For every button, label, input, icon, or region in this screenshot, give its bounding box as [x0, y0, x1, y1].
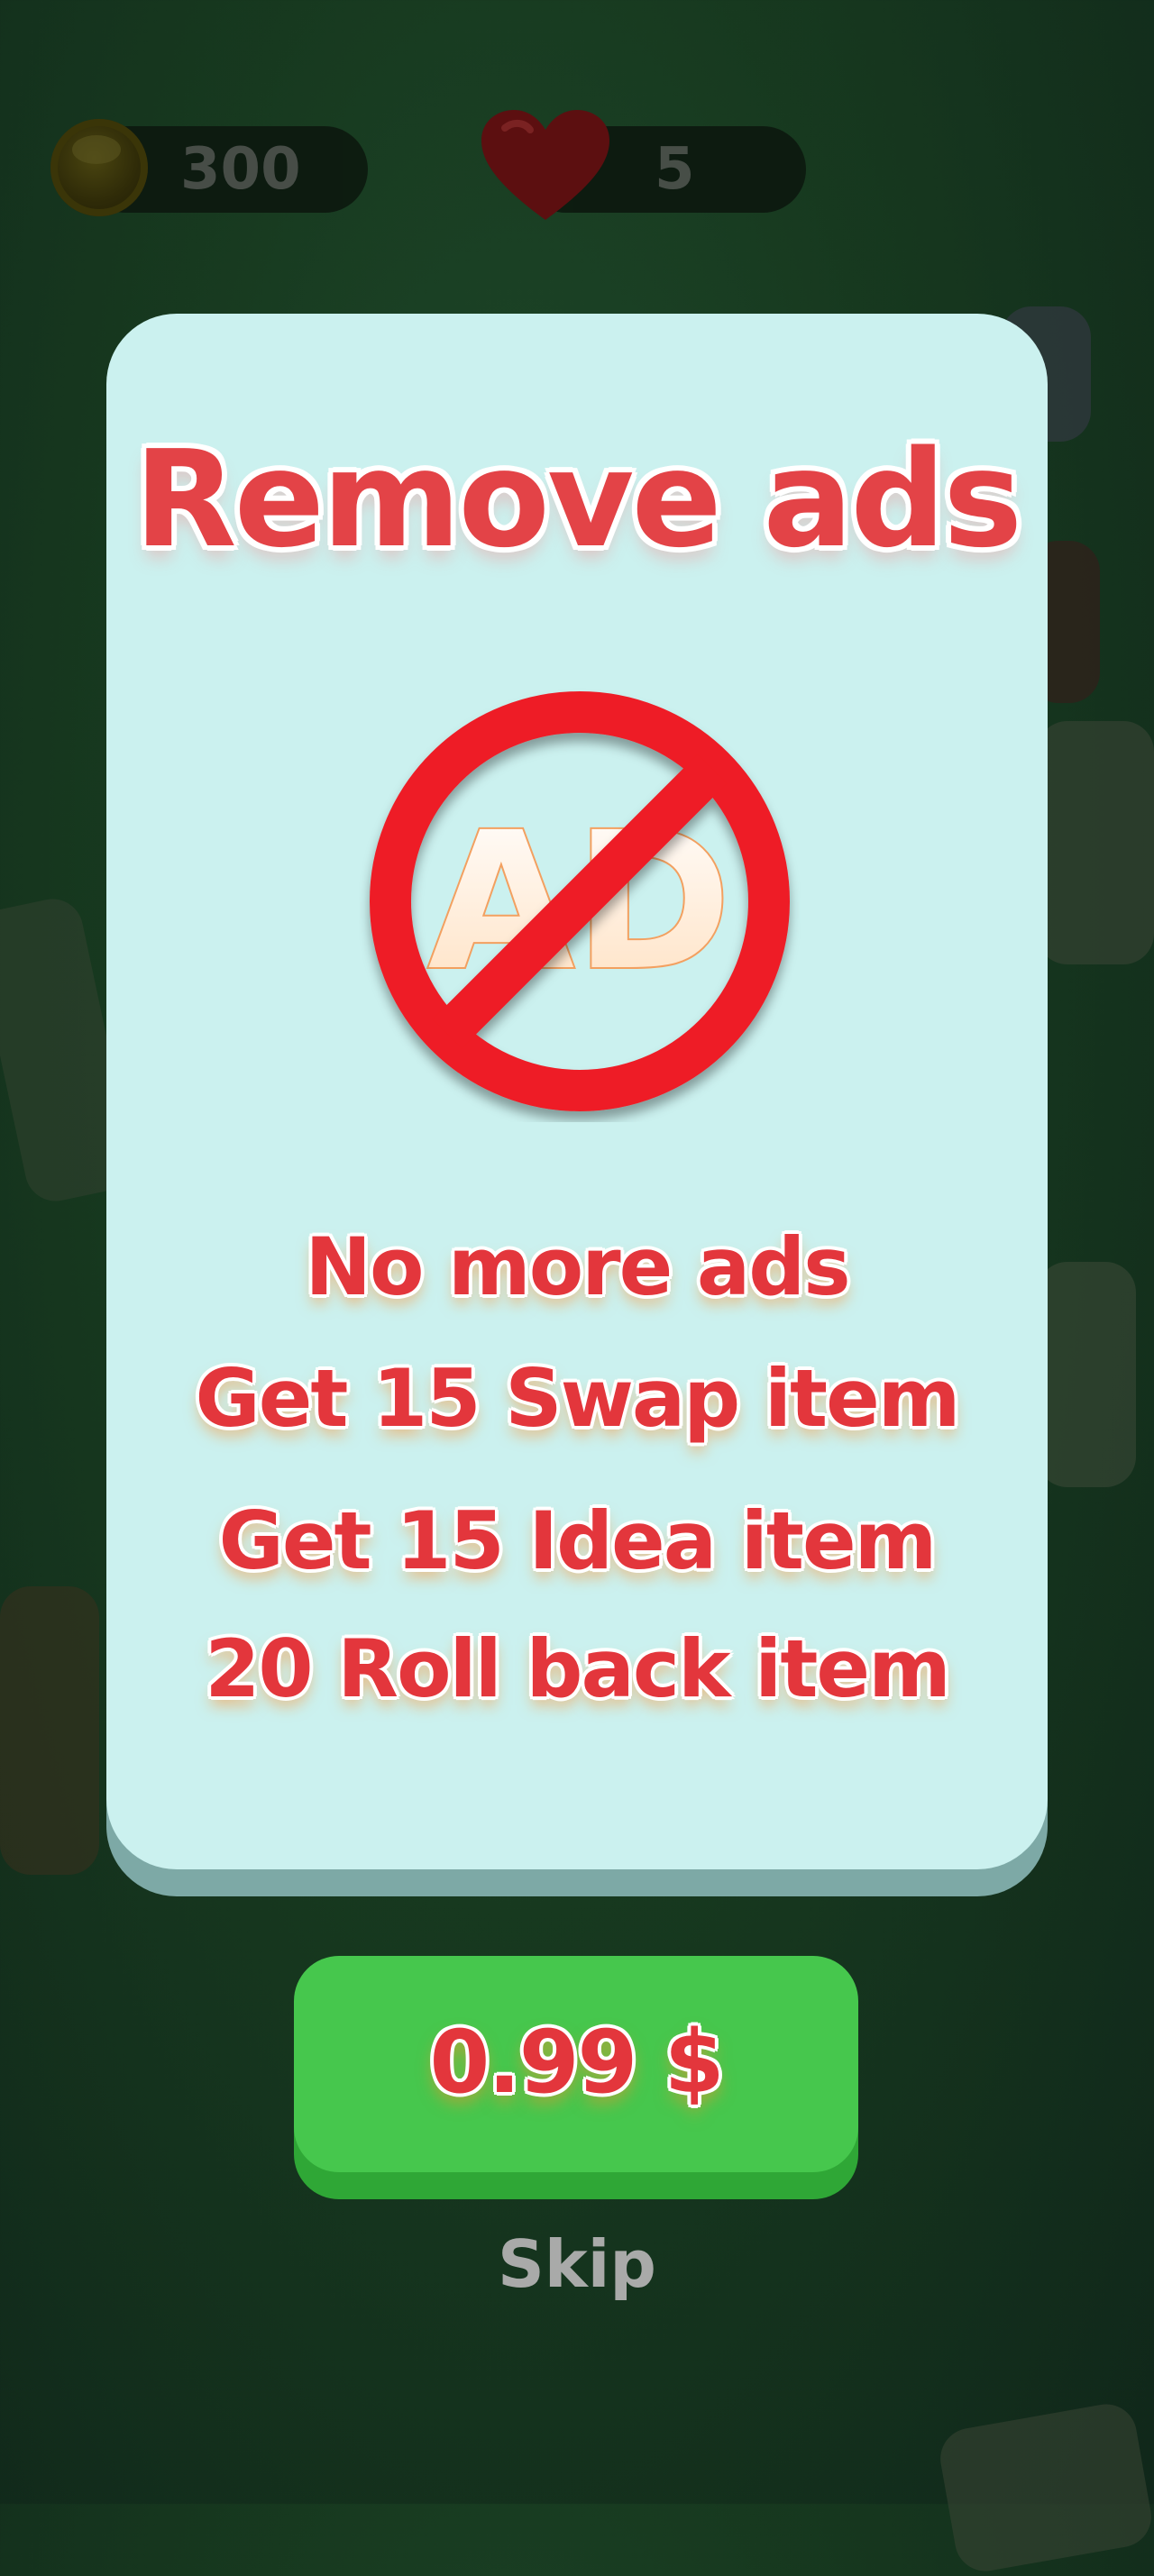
no-ads-icon: AD — [370, 691, 790, 1111]
background-tile — [935, 2399, 1154, 2576]
coin-icon — [50, 119, 148, 216]
feature-swap-items: Get 15 Swap item — [195, 1352, 960, 1445]
buy-button-label: 0.99 $ — [429, 2011, 724, 2113]
heart-icon — [481, 110, 609, 220]
feature-no-ads: No more ads — [305, 1220, 850, 1313]
skip-button[interactable]: Skip — [0, 2226, 1154, 2302]
feature-rollback-items: 20 Roll back item — [205, 1622, 951, 1715]
modal-title: Remove ads — [133, 422, 1023, 577]
feature-idea-items: Get 15 Idea item — [218, 1494, 938, 1587]
buy-button[interactable]: 0.99 $ — [294, 1956, 858, 2172]
lives-count: 5 — [655, 136, 695, 203]
background-tile — [1037, 721, 1154, 964]
coin-count: 300 — [180, 136, 301, 203]
